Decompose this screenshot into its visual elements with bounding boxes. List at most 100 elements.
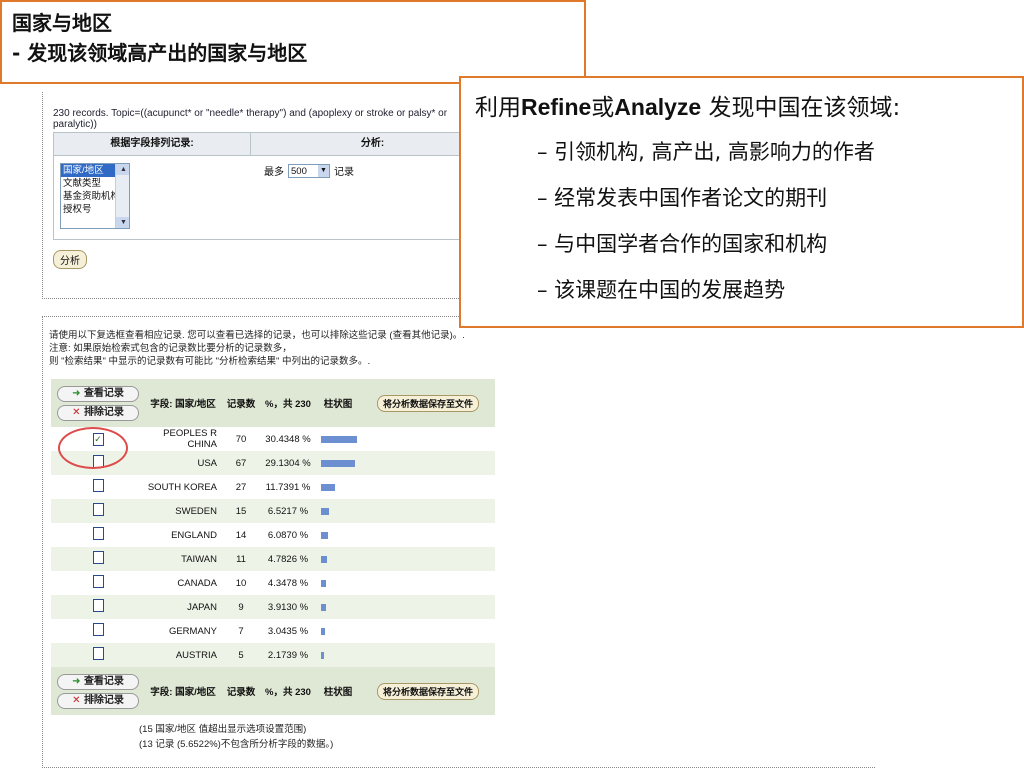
save-cell: 将分析数据保存至文件 [361,394,495,412]
analysis-header: 分析: [360,138,385,149]
row-checkbox[interactable] [92,551,104,564]
refine-term: Refine [521,94,592,120]
arrow-right-icon: ➜ [72,387,81,399]
row-checkbox[interactable] [92,575,104,588]
field-option[interactable]: 国家/地区 [61,164,115,177]
table-row: ENGLAND 14 6.0870 % [51,523,495,547]
heading-text: 利用 [475,95,521,121]
row-country: JAPAN [187,601,217,613]
save-to-file-button[interactable]: 将分析数据保存至文件 [376,682,479,700]
col-count-header: 记录数 [226,687,256,698]
row-percent: 3.0435 % [267,625,309,637]
row-checkbox[interactable] [92,599,104,612]
chevron-down-icon[interactable]: ▼ [318,164,329,177]
table-row: TAIWAN 11 4.7826 % [51,547,495,571]
row-percent: 3.9130 % [267,601,309,613]
row-country: ENGLAND [171,529,217,541]
slide-title: 国家与地区 [12,11,112,35]
row-checkbox-cell [51,503,145,519]
save-to-file-button[interactable]: 将分析数据保存至文件 [376,394,479,412]
row-count: 11 [236,553,246,565]
action-buttons: ➜ 查看记录 ✕ 排除记录 [51,385,145,421]
field-listbox[interactable]: 国家/地区 文献类型 基金资助机构 授权号 ▲ ▼ [60,163,130,229]
scroll-up-icon[interactable]: ▲ [116,164,129,175]
view-records-label: 查看记录 [83,387,124,399]
row-checkbox-cell [51,647,145,663]
row-country: TAIWAN [181,553,217,565]
bar-mark [321,435,357,443]
callout-heading: 利用Refine或Analyze 发现中国在该领域: [475,90,1008,125]
row-checkbox[interactable] [92,527,104,540]
row-bar-cell [315,555,361,563]
results-rows: ✓ PEOPLES R CHINA 70 30.4348 % USA 67 29.1304 … [51,427,495,667]
row-country: USA [197,457,217,469]
row-count: 14 [235,529,247,541]
row-country: SWEDEN [175,505,217,517]
analyze-button[interactable]: 分析 [53,250,87,269]
row-percent: 11.7391 % [265,481,311,493]
row-count: 9 [238,601,244,613]
close-icon: ✕ [72,694,81,706]
view-records-button[interactable]: ➜ 查看记录 [57,385,139,402]
callout-bullet: – 经常发表中国作者论文的期刊 [537,186,828,210]
summary-line: (13 记录 (5.6522%)不包含所分析字段的数据。) [139,739,334,750]
save-cell: 将分析数据保存至文件 [361,682,495,700]
bar-mark [321,459,356,467]
callout-bullet: – 该课题在中国的发展趋势 [537,278,786,302]
exclude-records-label: 排除记录 [83,694,124,706]
query-summary: 230 records. Topic=((acupunct* or "needl… [53,108,448,130]
row-checkbox-cell [51,599,145,615]
max-records-select[interactable]: 500 ▼ [288,163,330,178]
analyze-term: Analyze [614,94,702,120]
row-checkbox-cell [51,575,145,591]
analyze-options-table: 根据字段排列记录: 分析: 国家/地区 文献类型 基金资助机构 授权号 ▲ ▼ … [53,132,495,240]
row-checkbox[interactable] [92,647,104,660]
analyze-form-panel: 230 records. Topic=((acupunct* or "needl… [42,92,495,299]
bar-mark [321,579,327,587]
row-bar-cell [315,651,361,659]
row-bar-cell [315,435,361,443]
table-row: SOUTH KOREA 27 11.7391 % [51,475,495,499]
listbox-scrollbar[interactable]: ▲ ▼ [115,164,129,228]
exclude-records-button[interactable]: ✕ 排除记录 [57,692,139,709]
bar-mark [321,483,335,491]
heading-text: 或 [591,95,615,121]
callout-bullet: – 引领机构, 高产出, 高影响力的作者 [537,140,875,164]
view-records-label: 查看记录 [83,675,124,687]
view-records-button[interactable]: ➜ 查看记录 [57,673,139,690]
row-bar-cell [315,627,361,635]
close-icon: ✕ [72,406,81,418]
bar-mark [321,651,324,659]
row-checkbox-cell [51,527,145,543]
row-checkbox-cell [51,551,145,567]
col-field-header: 字段: 国家/地区 [150,399,216,410]
note-line: 则 "检索结果" 中显示的记录数有可能比 "分析检索结果" 中列出的记录数多。. [49,356,371,367]
exclude-records-button[interactable]: ✕ 排除记录 [57,404,139,421]
callout-bullet: – 与中国学者合作的国家和机构 [537,232,828,256]
row-bar-cell [315,603,361,611]
max-label: 最多 [264,167,284,178]
slide-title-box: 国家与地区 - 发现该领域高产出的国家与地区 [0,0,586,84]
callout-bullets: – 引领机构, 高产出, 高影响力的作者 – 经常发表中国作者论文的期刊 – 与… [475,129,1008,313]
scroll-down-icon[interactable]: ▼ [116,217,129,228]
row-count: 10 [235,577,247,589]
table-row: CANADA 10 4.3478 % [51,571,495,595]
slide-subtitle: - 发现该领域高产出的国家与地区 [12,41,308,65]
bar-mark [321,603,326,611]
row-count: 7 [238,625,244,637]
row-percent: 29.1304 % [265,457,311,469]
row-count: 15 [235,505,247,517]
results-notes: 请使用以下复选框查看相应记录. 您可以查看已选择的记录，也可以排除这些记录 (查… [49,329,465,368]
row-checkbox[interactable] [92,479,104,492]
row-checkbox[interactable] [92,503,104,516]
heading-text: 发现中国在该领域: [701,95,901,121]
rank-by-header: 根据字段排列记录: [54,133,251,155]
note-line: 注意: 如果原始检索式包含的记录数比要分析的记录数多， [49,343,292,354]
row-country: PEOPLES R CHINA [163,428,217,450]
note-line: 请使用以下复选框查看相应记录. 您可以查看已选择的记录，也可以排除这些记录 (查… [49,330,465,341]
table-row: AUSTRIA 5 2.1739 % [51,643,495,667]
results-table: ➜ 查看记录 ✕ 排除记录 字段: 国家/地区 记录数 %，共 230 柱状图 … [51,379,495,715]
row-bar-cell [315,483,361,491]
col-bar-header: 柱状图 [323,687,353,698]
row-checkbox[interactable] [92,623,104,636]
